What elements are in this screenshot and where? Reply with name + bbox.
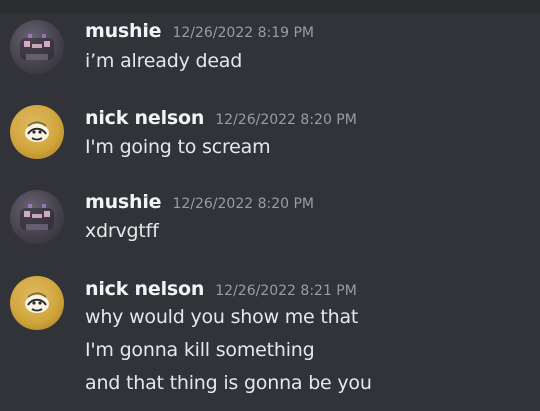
timestamp[interactable]: 12/26/2022 8:20 PM xyxy=(215,112,357,128)
timestamp[interactable]: 12/26/2022 8:19 PM xyxy=(172,25,314,41)
username[interactable]: nick nelson xyxy=(85,107,204,129)
username[interactable]: mushie xyxy=(85,20,162,42)
timestamp[interactable]: 12/26/2022 8:20 PM xyxy=(172,196,314,212)
avatar-nick-icon[interactable] xyxy=(10,276,64,330)
top-strip xyxy=(0,0,540,14)
message-header: nick nelson 12/26/2022 8:20 PM xyxy=(85,107,357,129)
avatar-nick-art xyxy=(15,281,59,325)
timestamp[interactable]: 12/26/2022 8:21 PM xyxy=(215,283,357,299)
message-text: and that thing is gonna be you xyxy=(85,372,372,394)
avatar-mushie-icon[interactable] xyxy=(10,20,64,74)
message-text: why would you show me that xyxy=(85,306,359,328)
username[interactable]: mushie xyxy=(85,191,162,213)
message-header: mushie 12/26/2022 8:20 PM xyxy=(85,191,314,213)
message-text: I'm gonna kill something xyxy=(85,339,315,361)
avatar-mushie-art xyxy=(20,34,54,60)
avatar-mushie-icon[interactable] xyxy=(10,190,64,244)
avatar-nick-art xyxy=(15,110,59,154)
avatar-mushie-art xyxy=(20,204,54,230)
message-text: xdrvgtff xyxy=(85,220,159,242)
message-header: nick nelson 12/26/2022 8:21 PM xyxy=(85,278,357,300)
avatar-nick-icon[interactable] xyxy=(10,105,64,159)
message-text: I'm going to scream xyxy=(85,136,271,158)
message-text: i’m already dead xyxy=(85,50,243,72)
message-header: mushie 12/26/2022 8:19 PM xyxy=(85,20,314,42)
username[interactable]: nick nelson xyxy=(85,278,204,300)
